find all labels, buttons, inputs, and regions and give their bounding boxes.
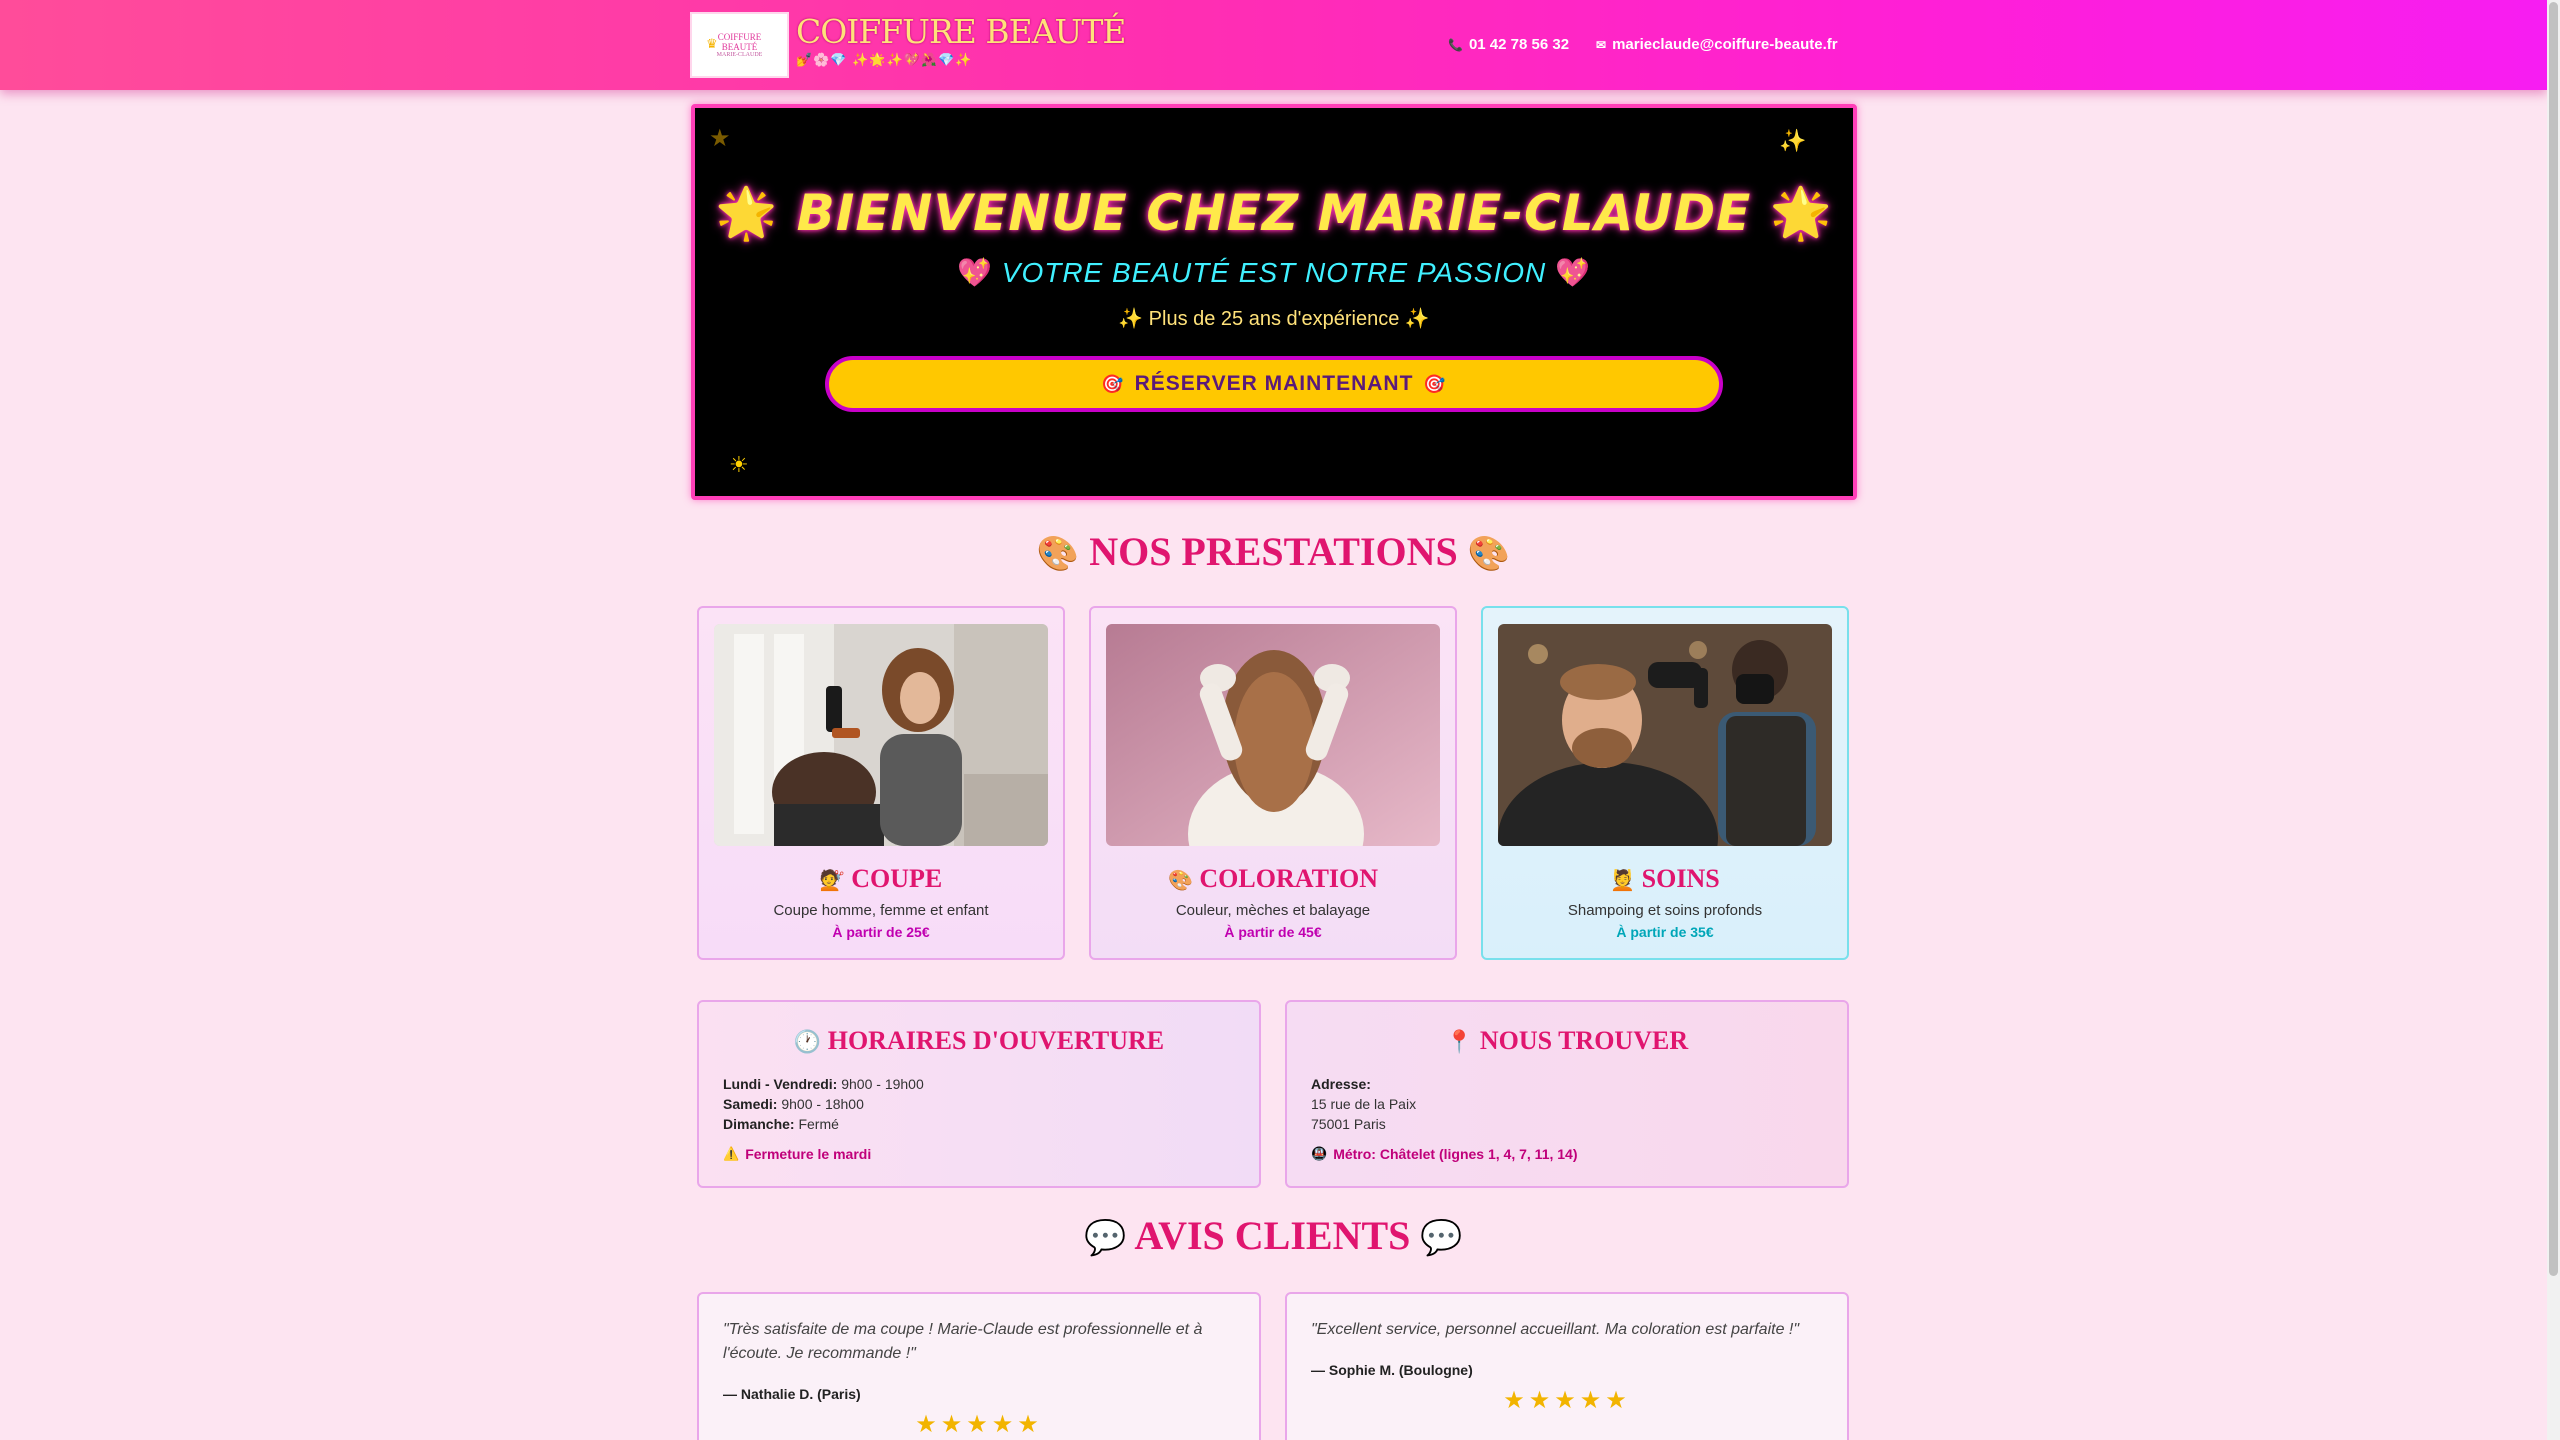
star-rating: ★★★★★	[915, 1411, 1043, 1438]
review-author: — Nathalie D. (Paris)	[723, 1386, 861, 1402]
book-now-button[interactable]: 🎯 RÉSERVER MAINTENANT 🎯	[825, 356, 1723, 412]
haircut-icon: 💇	[819, 870, 845, 892]
hours-time: Fermé	[794, 1116, 839, 1132]
target-icon: 🎯	[1101, 373, 1125, 394]
hours-time: 9h00 - 19h00	[837, 1076, 924, 1092]
hours-time: 9h00 - 18h00	[777, 1096, 864, 1112]
opening-hours-title: 🕐 HORAIRES D'OUVERTURE	[699, 1026, 1259, 1056]
service-desc: Coupe homme, femme et enfant	[773, 902, 989, 919]
address-label: Adresse:	[1311, 1076, 1371, 1092]
speech-bubble-icon: 💬	[1084, 1220, 1127, 1257]
services-title: 🎨 NOS PRESTATIONS 🎨	[0, 528, 2547, 575]
hours-row: Samedi: 9h00 - 18h00	[723, 1094, 924, 1114]
palette-icon: 🎨	[1167, 870, 1193, 892]
glowing-star-icon: 🌟	[714, 184, 779, 242]
logo[interactable]: ♛ COIFFURE BEAUTÉ MARIE-CLAUDE	[690, 12, 789, 78]
email-address: marieclaude@coiffure-beaute.fr	[1612, 36, 1838, 53]
barber-photo	[1498, 624, 1832, 846]
hero-title-text: BIENVENUE CHEZ MARIE-CLAUDE	[796, 184, 1752, 242]
hero-title: 🌟 BIENVENUE CHEZ MARIE-CLAUDE 🌟	[695, 184, 1853, 243]
service-name: SOINS	[1641, 864, 1720, 893]
logo-line1: COIFFURE	[717, 32, 762, 42]
phone-icon: 📞	[1448, 37, 1463, 52]
palette-icon: 🎨	[1467, 536, 1511, 573]
hours-row: Dimanche: Fermé	[723, 1114, 924, 1134]
book-now-label: RÉSERVER MAINTENANT	[1134, 372, 1414, 395]
warning-icon: ⚠️	[723, 1146, 740, 1161]
hours-day: Samedi:	[723, 1096, 778, 1112]
location-title-text: NOUS TROUVER	[1479, 1026, 1689, 1055]
clock-icon: 🕐	[793, 1029, 822, 1054]
reviews-title-text: AVIS CLIENTS	[1134, 1213, 1411, 1258]
logo-line2: BEAUTÉ	[721, 42, 758, 52]
star-icon: ★	[709, 125, 731, 152]
hero-subtitle: 💖 VOTRE BEAUTÉ EST NOTRE PASSION 💖	[695, 256, 1853, 289]
closure-note-text: Fermeture le mardi	[745, 1146, 872, 1162]
crown-icon: ♛	[706, 36, 718, 51]
metro-icon: 🚇	[1311, 1146, 1328, 1161]
service-card-soins[interactable]: 💆 SOINS Shampoing et soins profonds À pa…	[1481, 606, 1849, 960]
address-line2: 75001 Paris	[1311, 1116, 1386, 1132]
spa-icon: 💆	[1610, 870, 1636, 892]
hours-day: Lundi - Vendredi:	[723, 1076, 838, 1092]
location-box: 📍 NOUS TROUVER Adresse: 15 rue de la Pai…	[1285, 1000, 1849, 1188]
email-contact[interactable]: ✉ marieclaude@coiffure-beaute.fr	[1596, 36, 1838, 53]
service-price: À partir de 45€	[1224, 924, 1322, 940]
opening-hours-title-text: HORAIRES D'OUVERTURE	[827, 1026, 1165, 1055]
brand-subtitle: 💅🌸💎 ✨🌟✨💖🌺💎✨	[796, 52, 973, 67]
service-desc: Couleur, mèches et balayage	[1175, 902, 1371, 919]
services-title-text: NOS PRESTATIONS	[1089, 529, 1458, 574]
service-name: COUPE	[851, 864, 943, 893]
service-title-coupe: 💇 COUPE	[699, 864, 1063, 894]
brand-title: COIFFURE BEAUTÉ	[796, 12, 1126, 51]
scrollbar-thumb[interactable]	[2549, 2, 2558, 1276]
site-header: ♛ COIFFURE BEAUTÉ MARIE-CLAUDE COIFFURE …	[0, 0, 2547, 90]
service-card-coloration[interactable]: 🎨 COLORATION Couleur, mèches et balayage…	[1089, 606, 1457, 960]
metro-text: Métro: Châtelet (lignes 1, 4, 7, 11, 14)	[1333, 1146, 1578, 1162]
phone-number: 01 42 78 56 32	[1468, 36, 1570, 53]
hero-subtitle-text: VOTRE BEAUTÉ EST NOTRE PASSION	[1001, 257, 1547, 288]
phone-contact[interactable]: 📞 01 42 78 56 32	[1448, 36, 1569, 53]
service-price: À partir de 25€	[832, 924, 930, 940]
target-icon: 🎯	[1423, 373, 1447, 394]
service-title-coloration: 🎨 COLORATION	[1091, 864, 1455, 894]
review-text: "Excellent service, personnel accueillan…	[1311, 1321, 1800, 1338]
speech-bubble-icon: 💬	[1420, 1220, 1463, 1257]
service-title-soins: 💆 SOINS	[1483, 864, 1847, 894]
hours-list: Lundi - Vendredi: 9h00 - 19h00 Samedi: 9…	[723, 1074, 924, 1134]
heart-icon: 💖	[957, 257, 993, 288]
hours-day: Dimanche:	[723, 1116, 795, 1132]
opening-hours-box: 🕐 HORAIRES D'OUVERTURE Lundi - Vendredi:…	[697, 1000, 1261, 1188]
pin-icon: 📍	[1445, 1029, 1474, 1054]
experience-text: ✨ Plus de 25 ans d'expérience ✨	[1118, 308, 1430, 330]
star-rating: ★★★★★	[1503, 1387, 1631, 1414]
address-block: Adresse: 15 rue de la Paix 75001 Paris	[1311, 1074, 1416, 1134]
sun-icon: ☀	[729, 452, 749, 477]
sparkles-icon: ✨	[1779, 128, 1807, 153]
metro-info: 🚇 Métro: Châtelet (lignes 1, 4, 7, 11, 1…	[1311, 1146, 1578, 1162]
hero-banner: ★ ✨ ☀ 🌟 BIENVENUE CHEZ MARIE-CLAUDE 🌟 💖 …	[691, 104, 1857, 500]
service-card-coupe[interactable]: 💇 COUPE Coupe homme, femme et enfant À p…	[697, 606, 1065, 960]
hours-row: Lundi - Vendredi: 9h00 - 19h00	[723, 1074, 924, 1094]
glowing-star-icon: 🌟	[1769, 184, 1834, 242]
service-name: COLORATION	[1199, 864, 1379, 893]
heart-icon: 💖	[1555, 257, 1591, 288]
address-line1: 15 rue de la Paix	[1311, 1096, 1417, 1112]
reviews-title: 💬 AVIS CLIENTS 💬	[0, 1212, 2547, 1259]
logo-small: MARIE-CLAUDE	[716, 52, 763, 58]
coloration-photo	[1106, 624, 1440, 846]
service-desc: Shampoing et soins profonds	[1567, 902, 1763, 919]
service-price: À partir de 35€	[1616, 924, 1714, 940]
review-card: "Excellent service, personnel accueillan…	[1285, 1292, 1849, 1440]
palette-icon: 🎨	[1036, 536, 1080, 573]
haircut-photo	[714, 624, 1048, 846]
mail-icon: ✉	[1596, 37, 1607, 52]
review-text: "Très satisfaite de ma coupe ! Marie-Cla…	[723, 1321, 1203, 1362]
review-card: "Très satisfaite de ma coupe ! Marie-Cla…	[697, 1292, 1261, 1440]
review-author: — Sophie M. (Boulogne)	[1311, 1362, 1473, 1378]
location-title: 📍 NOUS TROUVER	[1287, 1026, 1847, 1056]
closure-note: ⚠️ Fermeture le mardi	[723, 1146, 871, 1162]
vertical-scrollbar[interactable]	[2547, 0, 2560, 1440]
